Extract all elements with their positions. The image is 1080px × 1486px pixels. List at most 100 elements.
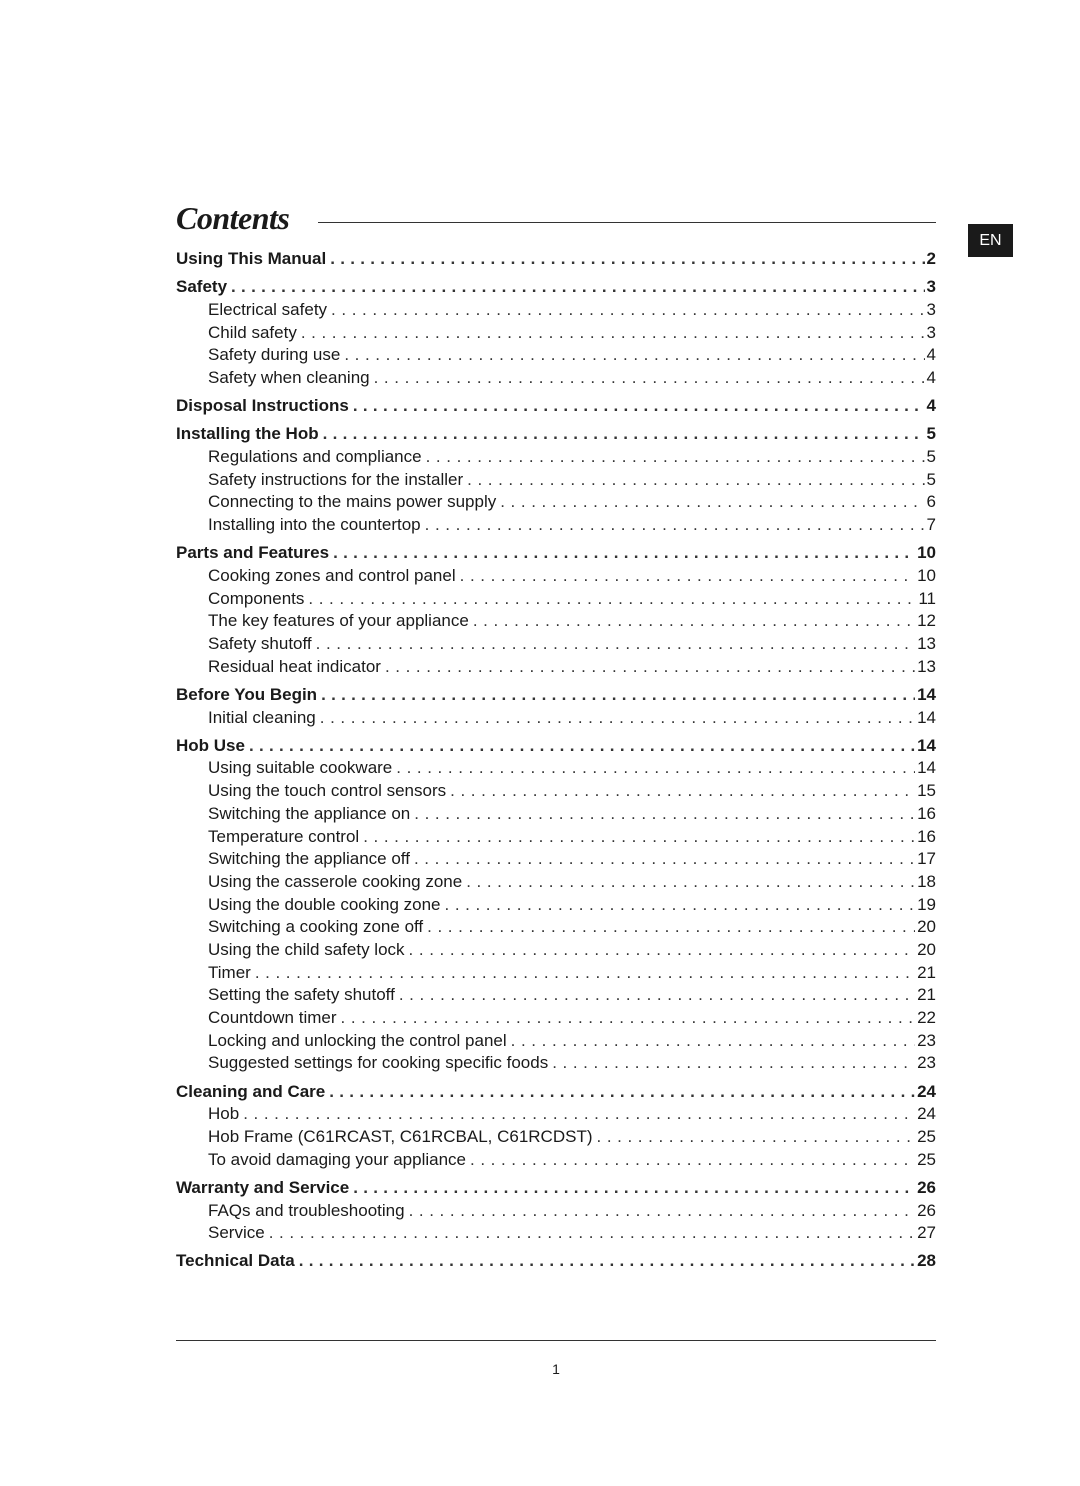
toc-subsection[interactable]: Setting the safety shutoff..............… — [176, 984, 936, 1007]
toc-subsection[interactable]: Hob.....................................… — [176, 1103, 936, 1126]
toc-page-number: 5 — [926, 424, 936, 444]
toc-subsection[interactable]: Switching a cooking zone off............… — [176, 916, 936, 939]
toc-page-number: 16 — [917, 803, 936, 823]
toc-subsection[interactable]: Timer...................................… — [176, 962, 936, 985]
dot-leader: ........................................… — [322, 424, 925, 444]
dot-leader: ........................................… — [300, 322, 925, 342]
toc-subsection[interactable]: Service.................................… — [176, 1222, 936, 1245]
toc-subsection[interactable]: Safety when cleaning....................… — [176, 367, 936, 390]
dot-leader: ........................................… — [308, 588, 917, 608]
dot-leader: ........................................… — [315, 634, 915, 653]
toc-subsection[interactable]: Using the child safety lock.............… — [176, 939, 936, 962]
dot-leader: ........................................… — [384, 656, 915, 676]
toc-label: FAQs and troubleshooting — [208, 1200, 405, 1220]
toc-page-number: 24 — [917, 1081, 936, 1101]
toc-page-number: 20 — [917, 917, 936, 937]
toc-subsection[interactable]: Regulations and compliance..............… — [176, 446, 936, 469]
toc-subsection[interactable]: FAQs and troubleshooting................… — [176, 1200, 936, 1223]
toc-page-number: 12 — [917, 611, 936, 631]
toc-subsection[interactable]: Using the double cooking zone...........… — [176, 894, 936, 917]
dot-leader: ........................................… — [444, 894, 916, 914]
toc-subsection[interactable]: Components..............................… — [176, 588, 936, 611]
dot-leader: ........................................… — [331, 299, 924, 319]
toc-page-number: 15 — [917, 781, 936, 801]
toc-page-number: 18 — [917, 871, 936, 891]
toc-subsection[interactable]: Switching the appliance off.............… — [176, 848, 936, 871]
toc-label: Components — [208, 588, 305, 608]
language-tab: EN — [968, 224, 1013, 257]
dot-leader: ........................................… — [414, 803, 916, 823]
dot-leader: ........................................… — [333, 543, 915, 563]
toc-section[interactable]: Installing the Hob......................… — [176, 423, 936, 446]
toc-subsection[interactable]: The key features of your appliance......… — [176, 610, 936, 633]
toc-page-number: 3 — [926, 277, 936, 297]
toc-label: Electrical safety — [208, 299, 328, 319]
dot-leader: ........................................… — [319, 707, 915, 727]
toc-subsection[interactable]: Hob Frame (C61RCAST, C61RCBAL, C61RCDST)… — [176, 1126, 936, 1149]
toc-subsection[interactable]: Child safety............................… — [176, 322, 936, 345]
toc-subsection[interactable]: Cooking zones and control panel.........… — [176, 565, 936, 588]
toc-subsection[interactable]: Electrical safety.......................… — [176, 299, 936, 322]
dot-leader: ........................................… — [408, 939, 916, 959]
toc-subsection[interactable]: Using suitable cookware.................… — [176, 757, 936, 780]
toc-section[interactable]: Parts and Features......................… — [176, 542, 936, 565]
toc-page-number: 14 — [917, 735, 936, 755]
toc-label: Residual heat indicator — [208, 656, 381, 676]
toc-subsection[interactable]: Safety during use.......................… — [176, 344, 936, 367]
toc-label: Before You Begin — [176, 684, 318, 704]
toc-page-number: 20 — [917, 939, 936, 959]
toc-label: Installing the Hob — [176, 424, 319, 444]
toc-subsection[interactable]: Switching the appliance on..............… — [176, 803, 936, 826]
toc-label: Hob Frame (C61RCAST, C61RCBAL, C61RCDST) — [208, 1126, 593, 1146]
toc-label: Child safety — [208, 322, 297, 342]
toc-page-number: 11 — [918, 588, 936, 608]
dot-leader: ........................................… — [424, 515, 925, 535]
toc-subsection[interactable]: Temperature control.....................… — [176, 826, 936, 849]
toc-section[interactable]: Hob Use.................................… — [176, 735, 936, 758]
toc-page-number: 14 — [917, 758, 936, 778]
dot-leader: ........................................… — [248, 735, 915, 755]
toc-subsection[interactable]: Connecting to the mains power supply....… — [176, 491, 936, 514]
toc-page-number: 23 — [917, 1030, 936, 1050]
dot-leader: ........................................… — [398, 985, 915, 1005]
toc-subsection[interactable]: Initial cleaning........................… — [176, 707, 936, 730]
dot-leader: ........................................… — [268, 1223, 915, 1243]
toc-subsection[interactable]: Safety shutoff..........................… — [176, 633, 936, 656]
dot-leader: ........................................… — [353, 1177, 915, 1197]
toc-label: Cooking zones and control panel — [208, 565, 456, 585]
toc-page-number: 10 — [917, 543, 936, 563]
toc-label: Timer — [208, 962, 251, 982]
toc-label: Safety — [176, 277, 228, 297]
toc-subsection[interactable]: Installing into the countertop..........… — [176, 514, 936, 537]
toc-subsection[interactable]: Suggested settings for cooking specific … — [176, 1052, 936, 1075]
dot-leader: ........................................… — [396, 758, 915, 778]
toc-subsection[interactable]: Residual heat indicator.................… — [176, 656, 936, 679]
toc-label: To avoid damaging your appliance — [208, 1149, 467, 1169]
toc-page-number: 5 — [926, 447, 936, 466]
toc-subsection[interactable]: Countdown timer.........................… — [176, 1007, 936, 1030]
dot-leader: ........................................… — [425, 447, 925, 466]
toc-subsection[interactable]: To avoid damaging your appliance........… — [176, 1149, 936, 1172]
toc-label: Service — [208, 1223, 265, 1243]
dot-leader: ........................................… — [373, 367, 925, 387]
toc-label: Safety shutoff — [208, 634, 312, 653]
toc-section[interactable]: Cleaning and Care.......................… — [176, 1081, 936, 1104]
toc-section[interactable]: Warranty and Service....................… — [176, 1177, 936, 1200]
toc-subsection[interactable]: Locking and unlocking the control panel.… — [176, 1030, 936, 1053]
toc-subsection[interactable]: Using the touch control sensors.........… — [176, 780, 936, 803]
toc-section[interactable]: Safety..................................… — [176, 276, 936, 299]
toc-section[interactable]: Technical Data..........................… — [176, 1250, 936, 1273]
dot-leader: ........................................… — [321, 684, 915, 704]
table-of-contents: Using This Manual.......................… — [176, 248, 936, 1273]
toc-label: Cleaning and Care — [176, 1081, 326, 1101]
toc-label: Installing into the countertop — [208, 515, 421, 535]
toc-section[interactable]: Disposal Instructions...................… — [176, 395, 936, 418]
toc-page-number: 5 — [926, 469, 936, 489]
toc-page-number: 28 — [917, 1251, 936, 1271]
toc-subsection[interactable]: Using the casserole cooking zone........… — [176, 871, 936, 894]
page-number: 1 — [552, 1361, 560, 1377]
toc-section[interactable]: Before You Begin........................… — [176, 684, 936, 707]
toc-subsection[interactable]: Safety instructions for the installer...… — [176, 469, 936, 492]
dot-leader: ........................................… — [500, 492, 924, 512]
toc-section[interactable]: Using This Manual.......................… — [176, 248, 936, 271]
